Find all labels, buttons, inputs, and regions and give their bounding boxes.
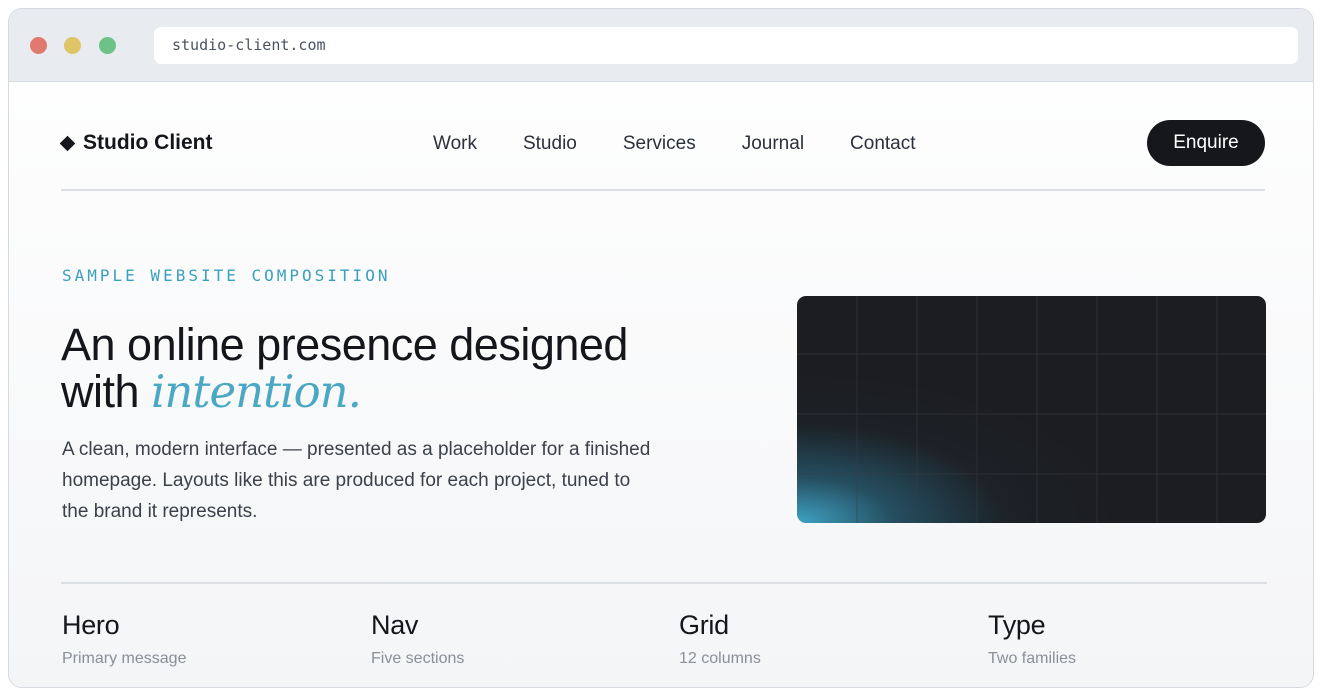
feature-grid: Grid 12 columns: [679, 610, 761, 668]
nav-item-work[interactable]: Work: [433, 133, 477, 155]
feature-subtitle: Two families: [988, 650, 1077, 667]
feature-nav: Nav Five sections: [371, 610, 464, 668]
hero-headline: An online presence designed with intenti…: [61, 321, 761, 415]
minimize-window-dot[interactable]: [64, 37, 81, 54]
feature-title: Hero: [62, 610, 120, 640]
hero-lead: A clean, modern interface — presented as…: [62, 439, 651, 522]
feature-subtitle: 12 columns: [679, 650, 761, 667]
brand-logo[interactable]: Studio Client: [59, 131, 213, 155]
feature-hero: Hero Primary message: [62, 610, 186, 668]
browser-window: studio-client.com Studio Client Work Stu…: [8, 8, 1314, 688]
hero-image: [797, 296, 1266, 523]
grid-pattern: [797, 296, 1266, 523]
nav-item-contact[interactable]: Contact: [850, 133, 915, 155]
nav-item-studio[interactable]: Studio: [523, 133, 577, 155]
section-divider: [61, 582, 1267, 584]
brand-name: Studio Client: [83, 131, 213, 154]
nav-item-services[interactable]: Services: [623, 133, 696, 155]
headline-accent: intention.: [151, 365, 362, 418]
headline-line-1: An online presence designed: [61, 319, 628, 370]
maximize-window-dot[interactable]: [99, 37, 116, 54]
hero-eyebrow: SAMPLE WEBSITE COMPOSITION: [62, 266, 391, 285]
feature-title: Grid: [679, 610, 729, 640]
feature-title: Type: [988, 610, 1046, 640]
headline-with: with: [61, 366, 152, 417]
site-header: Studio Client Work Studio Services Journ…: [59, 82, 1265, 191]
feature-subtitle: Primary message: [62, 650, 187, 667]
browser-chrome: studio-client.com: [9, 9, 1313, 82]
feature-type: Type Two families: [988, 610, 1076, 668]
main-nav: Work Studio Services Journal Contact: [433, 133, 916, 155]
close-window-dot[interactable]: [30, 37, 47, 54]
enquire-button[interactable]: Enquire: [1147, 120, 1265, 166]
address-bar[interactable]: studio-client.com: [154, 27, 1298, 64]
diamond-icon: [59, 135, 76, 151]
nav-item-journal[interactable]: Journal: [742, 133, 804, 155]
website: Studio Client Work Studio Services Journ…: [9, 82, 1313, 191]
feature-subtitle: Five sections: [371, 650, 465, 667]
feature-title: Nav: [371, 610, 419, 640]
